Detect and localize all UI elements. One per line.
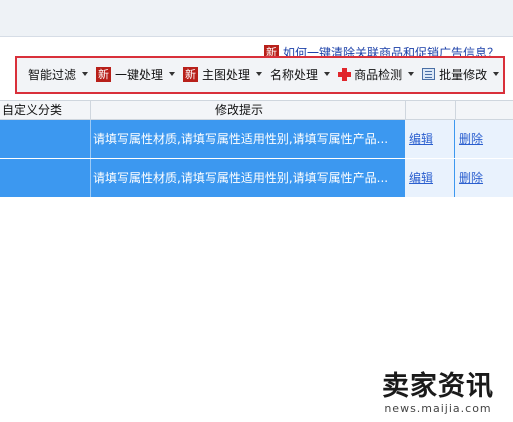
name-process-label: 名称处理 xyxy=(270,67,319,82)
product-check-label: 商品检测 xyxy=(354,67,403,82)
delete-link[interactable]: 删除 xyxy=(459,159,483,197)
new-badge-icon: 新 xyxy=(96,66,112,82)
chevron-down-icon xyxy=(408,72,415,76)
edit-link[interactable]: 编辑 xyxy=(409,159,433,197)
name-process-menu[interactable]: 名称处理 xyxy=(270,66,331,83)
smart-filter-label: 智能过滤 xyxy=(28,67,77,82)
main-image-process-menu[interactable]: 新 主图处理 xyxy=(183,66,263,83)
table-row[interactable]: 请填写属性材质,请填写属性适用性别,请填写属性产品... 编辑 删除 xyxy=(0,120,513,158)
batch-edit-label: 批量修改 xyxy=(439,67,488,82)
one-click-process-label: 一键处理 xyxy=(115,67,164,82)
table-header: 自定义分类 修改提示 xyxy=(0,100,513,120)
row-hint-text: 请填写属性材质,请填写属性适用性别,请填写属性产品... xyxy=(93,132,389,146)
smart-filter-menu[interactable]: 智能过滤 xyxy=(28,66,89,83)
one-click-process-menu[interactable]: 新 一键处理 xyxy=(96,66,176,83)
watermark-logo: 卖家资讯 news.maijia.com xyxy=(368,372,508,416)
chevron-down-icon xyxy=(82,72,89,76)
column-divider xyxy=(455,101,456,119)
new-badge-icon: 新 xyxy=(183,66,199,82)
watermark-title: 卖家资讯 xyxy=(382,371,494,402)
red-cross-icon xyxy=(338,67,352,81)
watermark-url: news.maijia.com xyxy=(384,402,492,415)
chevron-down-icon xyxy=(493,72,500,76)
top-divider xyxy=(0,36,513,37)
cell-divider xyxy=(90,120,91,158)
grid-icon xyxy=(422,68,436,80)
cell-divider xyxy=(90,159,91,197)
toolbar: 智能过滤 新 一键处理 新 主图处理 名称处理 商品检测 批量修改 xyxy=(28,64,507,84)
chevron-down-icon xyxy=(324,72,331,76)
batch-edit-menu[interactable]: 批量修改 xyxy=(422,66,500,83)
edit-link[interactable]: 编辑 xyxy=(409,120,433,158)
top-background xyxy=(0,0,513,36)
product-check-menu[interactable]: 商品检测 xyxy=(338,66,415,83)
table-row[interactable]: 请填写属性材质,请填写属性适用性别,请填写属性产品... 编辑 删除 xyxy=(0,159,513,197)
column-divider xyxy=(90,101,91,119)
chevron-down-icon xyxy=(169,72,176,76)
row-hint-text: 请填写属性材质,请填写属性适用性别,请填写属性产品... xyxy=(93,171,389,185)
delete-link[interactable]: 删除 xyxy=(459,120,483,158)
main-image-process-label: 主图处理 xyxy=(202,67,251,82)
column-header-hint: 修改提示 xyxy=(215,103,264,117)
column-header-category: 自定义分类 xyxy=(2,103,63,117)
chevron-down-icon xyxy=(256,72,263,76)
column-divider xyxy=(405,101,406,119)
